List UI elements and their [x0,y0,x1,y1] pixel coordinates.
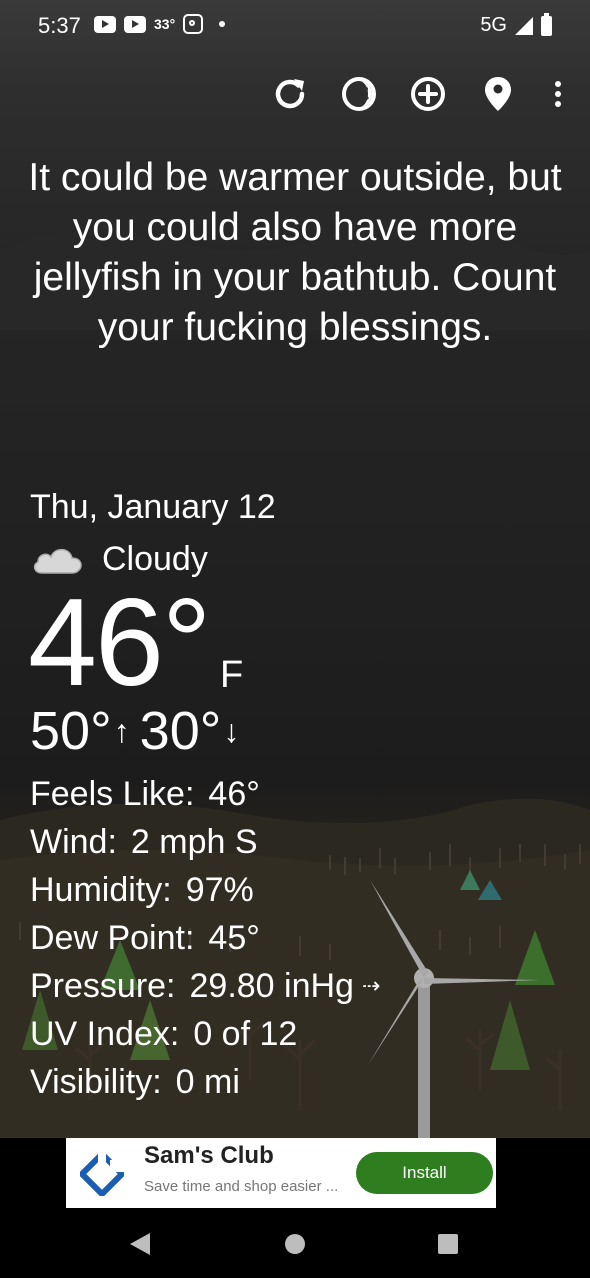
uv-index-row: UV Index: 0 of 12 [30,1010,380,1058]
uv-index-label: UV Index: [30,1015,180,1053]
home-circle-icon [285,1234,305,1254]
wind-label: Wind: [30,823,117,861]
system-status: 5G [480,12,552,37]
recents-button[interactable] [428,1228,468,1260]
location-pin-icon [485,77,511,111]
condition-label: Cloudy [102,539,208,578]
refresh-icon [275,79,305,109]
refresh-button[interactable] [270,74,310,114]
temperature-unit: F [220,654,244,696]
ad-subtitle: Save time and shop easier ... [144,1178,339,1195]
humidity-value: 97% [185,871,254,909]
more-options-button[interactable] [538,74,578,114]
theme-icon [342,77,376,111]
forecast-date: Thu, January 12 [30,488,276,526]
weather-screen: 5:37 33° 5G It could be warmer outside, … [0,0,590,1138]
weather-quote: It could be warmer outside, but you coul… [28,156,562,349]
add-location-icon [411,77,445,111]
ad-banner[interactable]: Sam's Club Save time and shop easier ...… [66,1138,496,1208]
high-low: 50° ↑ 30° ↓ [30,700,249,762]
dew-point-row: Dew Point: 45° [30,914,380,962]
humidity-row: Humidity: 97% [30,866,380,914]
back-triangle-icon [130,1233,150,1255]
arrow-up-icon: ↑ [113,712,130,749]
more-notifications-dot-icon [219,21,226,27]
pressure-row: Pressure: 29.80 inHg ⇢ [30,962,380,1010]
youtube-icon [94,15,116,33]
youtube-icon [124,15,146,33]
sams-club-logo [80,1152,124,1196]
visibility-row: Visibility: 0 mi [30,1058,380,1106]
dew-point-value: 45° [208,919,260,957]
signal-icon [515,16,533,35]
network-type: 5G [480,14,507,36]
cloud-icon [33,548,82,574]
wind-row: Wind: 2 mph S [30,818,380,866]
status-temp: 33° [154,16,176,32]
location-button[interactable] [478,74,518,114]
dew-point-label: Dew Point: [30,919,195,957]
back-button[interactable] [120,1228,160,1260]
theme-button[interactable] [339,74,379,114]
instagram-icon [183,14,204,34]
wind-value: 2 mph S [130,823,258,861]
feels-like-label: Feels Like: [30,775,195,813]
status-time: 5:37 [38,13,81,38]
weather-details: Feels Like: 46° Wind: 2 mph S Humidity: … [30,770,380,1106]
arrow-down-icon: ↓ [223,712,240,749]
uv-index-value: 0 of 12 [193,1015,298,1053]
ad-title: Sam's Club [144,1142,274,1169]
feels-like-row: Feels Like: 46° [30,770,380,818]
pressure-label: Pressure: [30,967,176,1005]
recents-square-icon [438,1234,458,1254]
toolbar [0,74,590,114]
current-temperature: 46° [28,574,212,712]
add-location-button[interactable] [408,74,448,114]
battery-icon [541,12,552,36]
high-temp: 50° [30,701,112,761]
status-bar: 5:37 33° 5G [0,0,590,52]
navigation-bar [0,1208,590,1278]
low-temp: 30° [139,701,222,761]
home-button[interactable] [275,1228,315,1260]
more-vert-icon [555,81,561,107]
feels-like-value: 46° [208,775,260,813]
pressure-value: 29.80 inHg [189,967,354,1005]
pressure-steady-arrow-icon: ⇢ [361,973,381,998]
install-button[interactable]: Install [356,1152,493,1194]
notification-icons: 33° [94,14,226,34]
visibility-label: Visibility: [30,1063,162,1101]
humidity-label: Humidity: [30,871,172,909]
visibility-value: 0 mi [175,1063,240,1101]
